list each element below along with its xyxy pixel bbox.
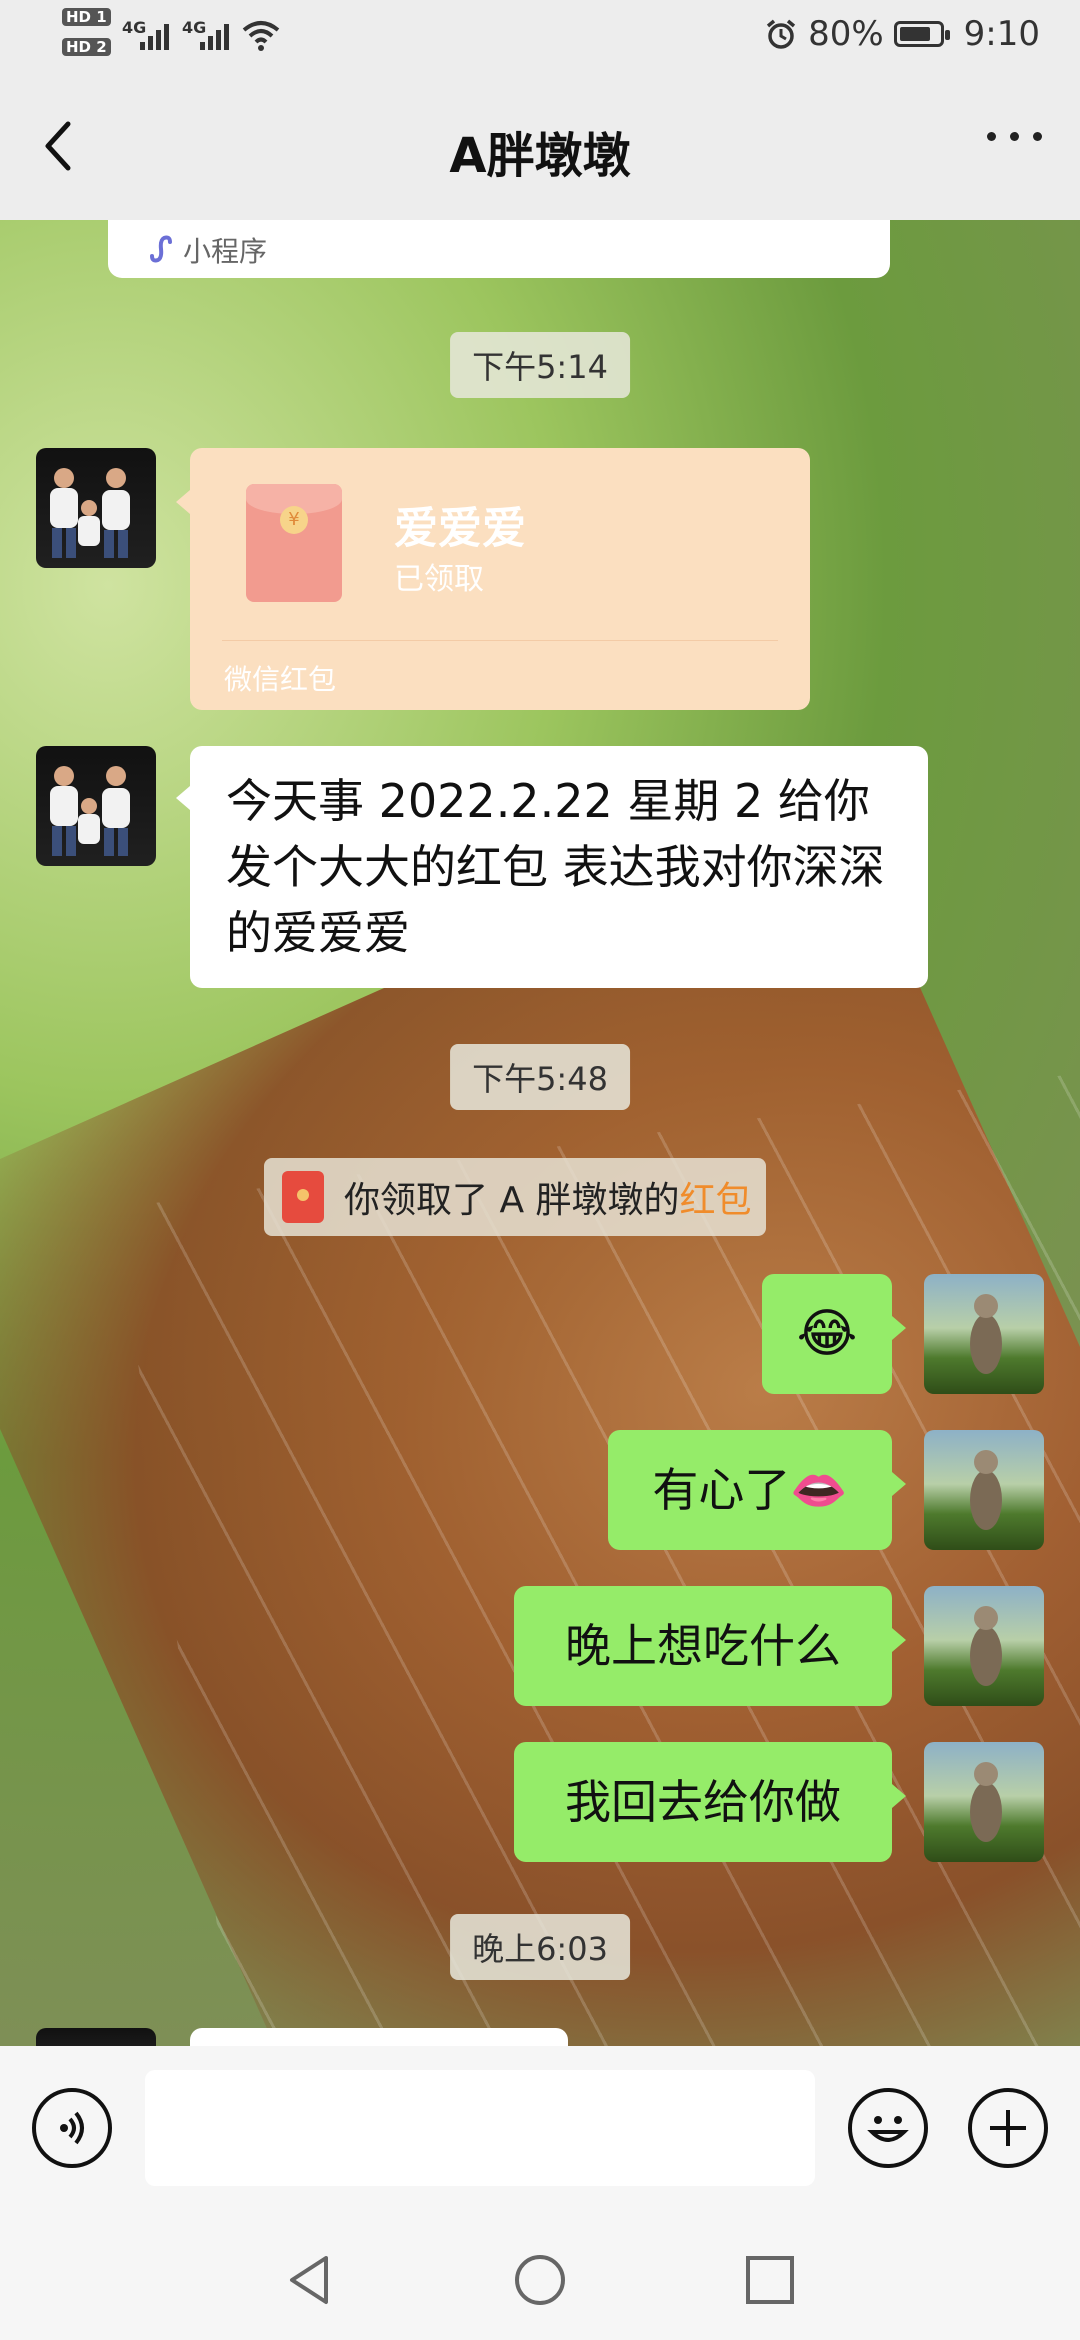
my-avatar[interactable]	[924, 1430, 1044, 1550]
status-right-group: 80% 9:10	[764, 14, 1040, 54]
mini-program-card[interactable]: 小程序	[108, 220, 890, 278]
chat-header: A胖墩墩	[0, 72, 1080, 220]
sim2-badge: HD 2	[62, 38, 111, 56]
red-packet-label: 微信红包	[224, 663, 337, 696]
outgoing-message[interactable]: 我回去给你做	[514, 1742, 906, 1862]
signal2-icon	[200, 22, 229, 50]
system-notice: 你领取了 A 胖墩墩的 红包	[264, 1158, 766, 1236]
contact-avatar[interactable]	[36, 746, 156, 866]
incoming-message[interactable]: 今天事 2022.2.22 星期 2 给你发个大大的红包 表达我对你深深的爱爱爱	[176, 746, 928, 988]
battery-percent: 80%	[808, 14, 884, 54]
square-recent-icon[interactable]	[742, 2252, 798, 2308]
alarm-icon	[766, 19, 796, 49]
composer-bar	[0, 2046, 1080, 2340]
incoming-message-partial[interactable]	[190, 2028, 568, 2046]
status-bar: HD 1 HD 2 4G 4G 80% 9:10	[0, 0, 1080, 72]
timestamp: 下午5:14	[450, 332, 630, 398]
red-packet-link[interactable]: 红包	[680, 1171, 752, 1223]
triangle-back-icon[interactable]	[282, 2252, 338, 2308]
emoji-icon[interactable]	[848, 2088, 928, 2168]
outgoing-message-text: 我回去给你做	[565, 1775, 841, 1829]
sim1-badge: HD 1	[62, 8, 111, 26]
outgoing-message-text: 有心了👄	[652, 1463, 848, 1517]
outgoing-message[interactable]: 有心了👄	[608, 1430, 906, 1550]
my-avatar[interactable]	[924, 1742, 1044, 1862]
red-packet-divider	[222, 640, 778, 641]
outgoing-message-text: 晚上想吃什么	[565, 1619, 841, 1673]
plus-icon[interactable]	[968, 2088, 1048, 2168]
mini-program-label: 小程序	[183, 235, 268, 268]
chat-screen: HD 1 HD 2 4G 4G 80% 9:10 A胖墩墩 小程序 下午5:14…	[0, 0, 1080, 2340]
red-packet-small-icon	[282, 1171, 324, 1223]
system-notice-text: 你领取了 A 胖墩墩的	[344, 1180, 680, 1221]
mini-program-icon	[150, 235, 172, 263]
outgoing-message-text: 😂	[796, 1304, 858, 1364]
red-packet-status: 已领取	[394, 562, 484, 597]
my-avatar[interactable]	[924, 1586, 1044, 1706]
circle-home-icon[interactable]	[512, 2252, 568, 2308]
message-list[interactable]: 小程序 下午5:14 ¥ 爱爱爱 已领取 微信红包 今天事 2022.2.22 …	[0, 220, 1080, 2046]
timestamp: 下午5:48	[450, 1044, 630, 1110]
red-packet-title: 爱爱爱	[394, 503, 526, 554]
wifi-icon	[242, 21, 280, 51]
timestamp: 晚上6:03	[450, 1914, 630, 1980]
contact-avatar[interactable]	[36, 448, 156, 568]
contact-avatar[interactable]	[36, 2028, 156, 2046]
message-input[interactable]	[145, 2070, 815, 2186]
red-packet-icon: ¥	[246, 484, 342, 602]
clock: 9:10	[963, 14, 1040, 54]
my-avatar[interactable]	[924, 1274, 1044, 1394]
red-packet-card[interactable]: ¥ 爱爱爱 已领取 微信红包	[176, 448, 810, 710]
incoming-message-text: 今天事 2022.2.22 星期 2 给你发个大大的红包 表达我对你深深的爱爱爱	[226, 774, 885, 960]
outgoing-message[interactable]: 😂	[762, 1274, 906, 1394]
more-dots-icon[interactable]	[987, 132, 1042, 141]
voice-icon[interactable]	[32, 2088, 112, 2168]
chat-title: A胖墩墩	[449, 128, 631, 184]
battery-icon	[893, 21, 950, 47]
outgoing-message[interactable]: 晚上想吃什么	[514, 1586, 906, 1706]
signal1-icon	[140, 22, 169, 50]
